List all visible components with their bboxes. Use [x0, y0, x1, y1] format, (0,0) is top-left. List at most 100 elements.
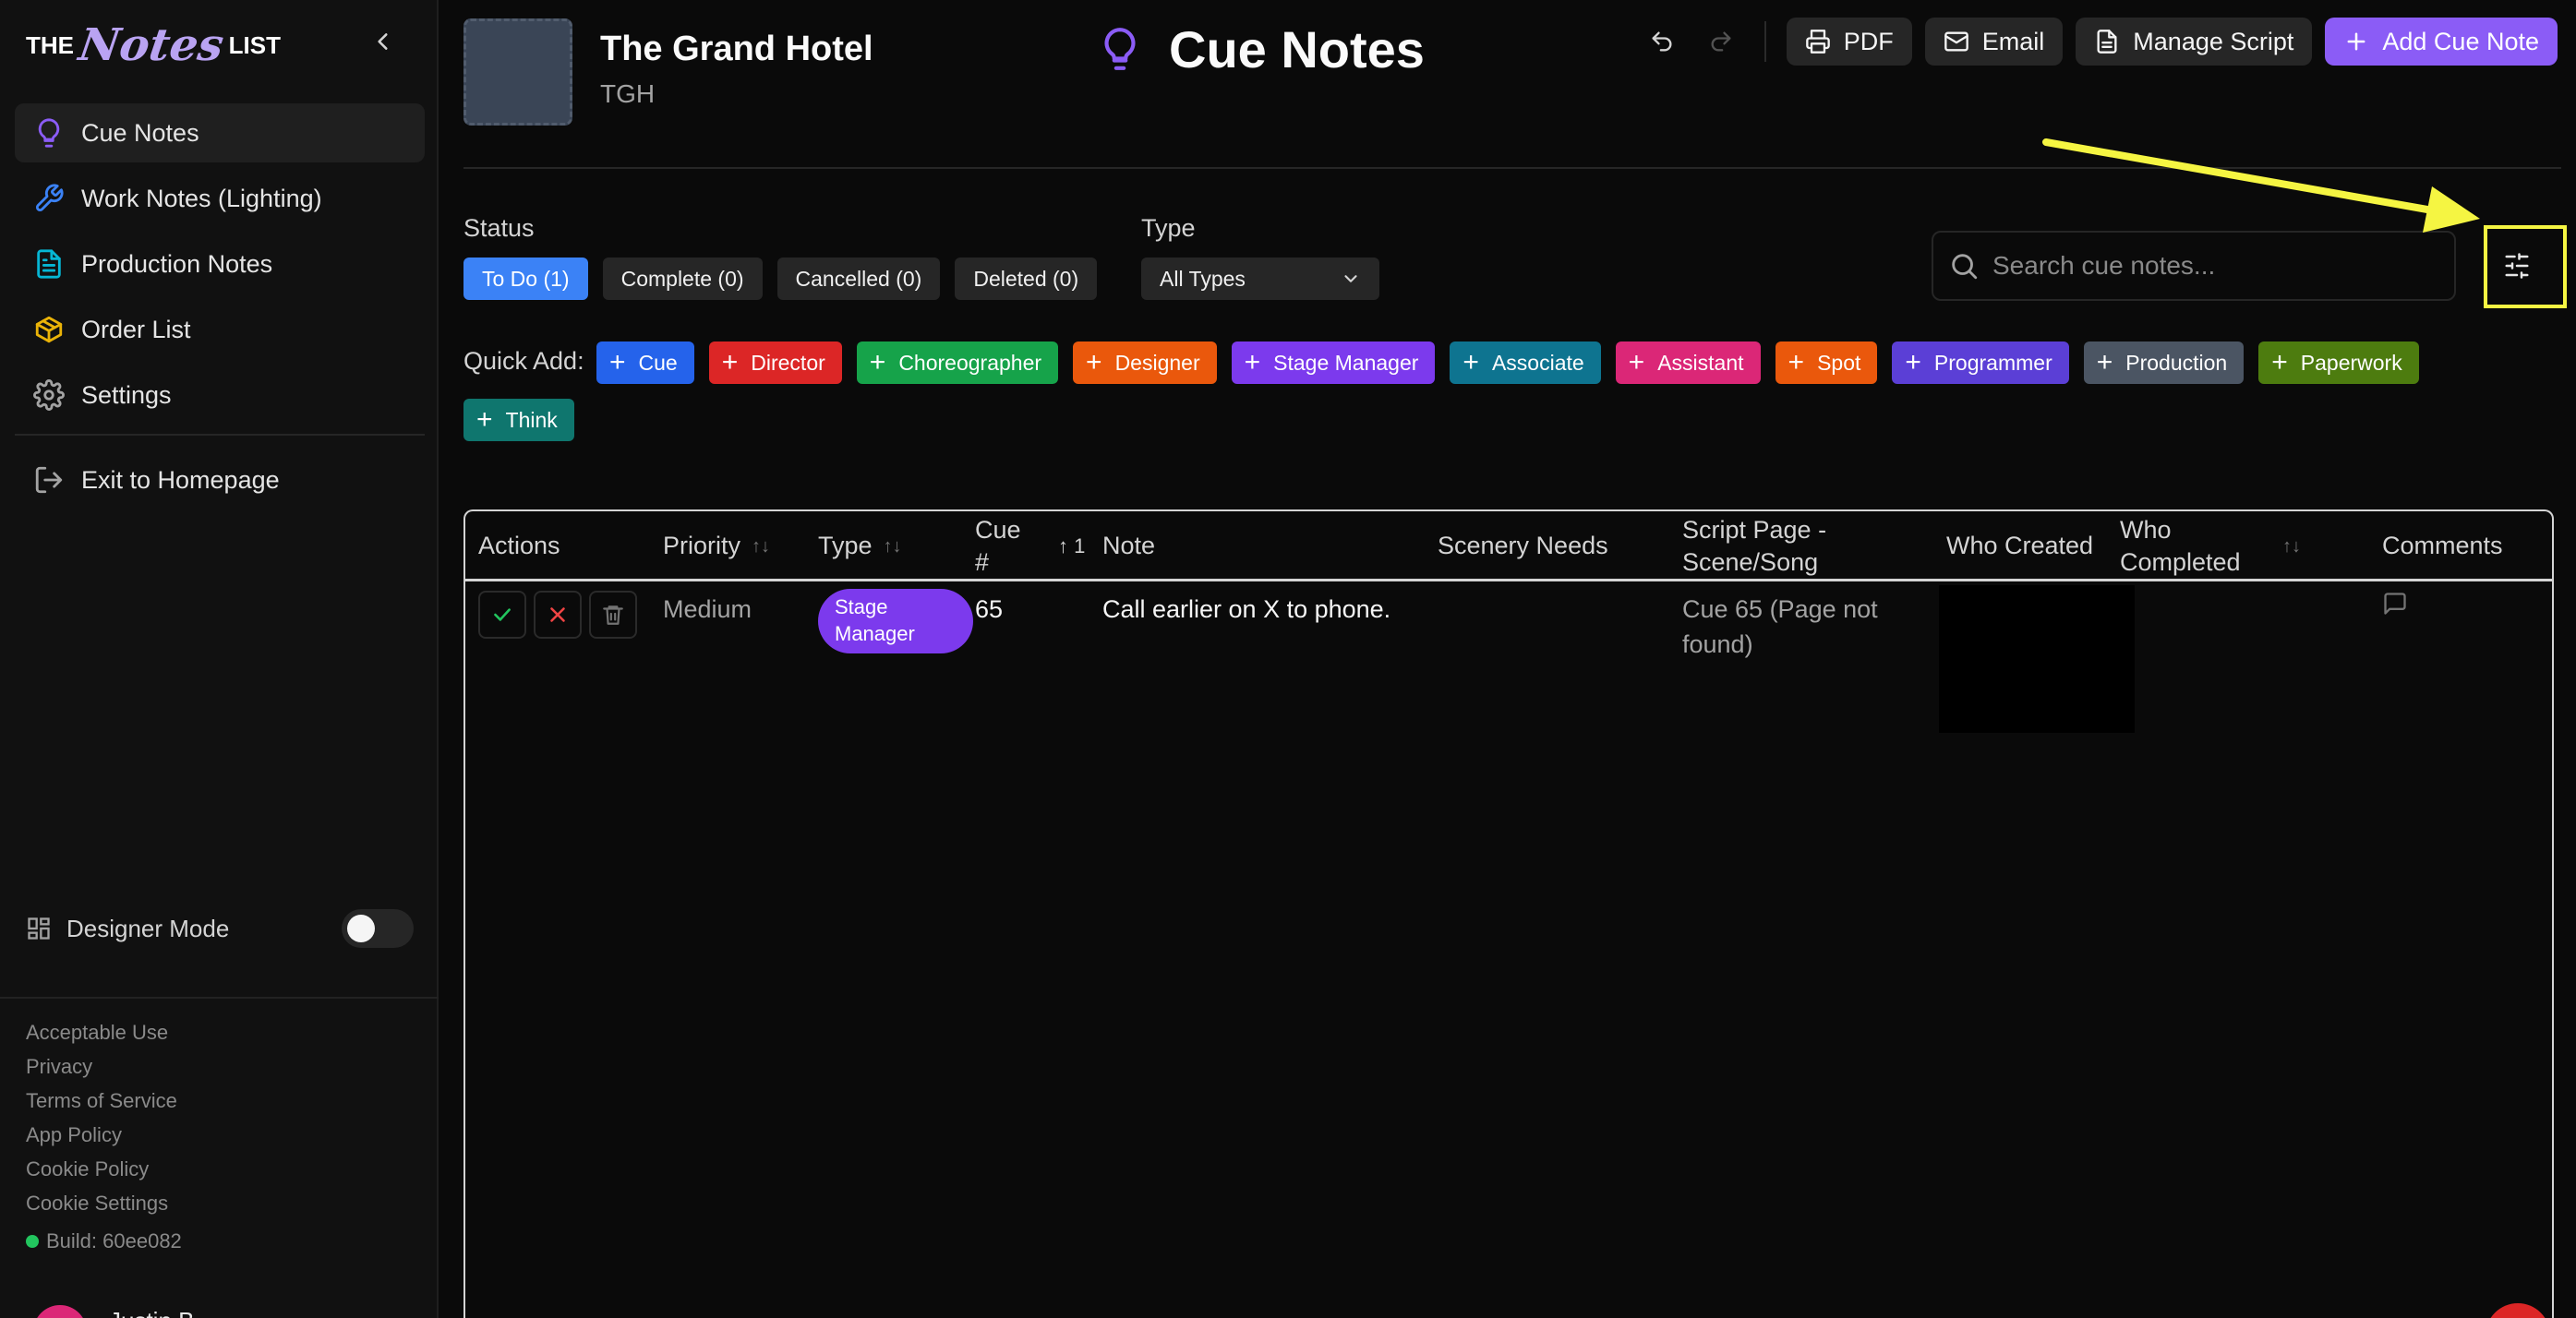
column-header-script-page[interactable]: Script Page - Scene/Song	[1682, 511, 1826, 581]
printer-icon	[1805, 30, 1830, 54]
footer-link-app-policy[interactable]: App Policy	[26, 1118, 182, 1152]
page-title: Cue Notes	[1097, 17, 1425, 81]
quick-add-row-1: + Cue + Director + Choreographer + Designer …	[596, 341, 2419, 384]
footer-link-privacy[interactable]: Privacy	[26, 1049, 182, 1084]
designer-mode-toggle[interactable]	[342, 909, 414, 948]
quick-add-think-button[interactable]: + Think	[463, 399, 574, 441]
search-input[interactable]	[1992, 251, 2436, 281]
complete-button[interactable]	[478, 591, 526, 639]
file-text-icon	[37, 249, 61, 279]
header-toolbar: PDF Email Manage Script Add Cue Note	[1639, 17, 2558, 66]
footer-link-terms[interactable]: Terms of Service	[26, 1084, 182, 1118]
collapse-sidebar-button[interactable]	[367, 26, 399, 57]
plus-icon: +	[1628, 347, 1645, 377]
pdf-button-label: PDF	[1843, 27, 1894, 55]
toolbar-separator	[1763, 21, 1766, 62]
redo-button[interactable]	[1698, 18, 1744, 65]
quick-add-spot-button[interactable]: + Spot	[1775, 341, 1878, 384]
column-header-type[interactable]: Type ↑↓	[818, 511, 902, 581]
designer-mode-label: Designer Mode	[66, 914, 230, 942]
column-settings-button[interactable]	[2484, 231, 2550, 301]
build-label: Build: 60ee082	[46, 1228, 182, 1252]
column-header-cue-number[interactable]: Cue #	[975, 511, 1021, 581]
quick-add-label-text: Choreographer	[898, 350, 1042, 375]
sidebar-item-label: Production Notes	[81, 249, 273, 278]
plus-icon: +	[1463, 347, 1479, 377]
search-icon	[1952, 254, 1978, 280]
status-chip-cancelled[interactable]: Cancelled (0)	[776, 258, 941, 300]
cancel-button[interactable]	[534, 591, 582, 639]
cue-notes-table: Actions Priority ↑↓ Type ↑↓ Cue # ↑ 1 Note …	[463, 509, 2554, 1318]
sidebar: THE Notes LIST Cue Notes Work Notes (Lig…	[0, 0, 439, 1318]
main-content: The Grand Hotel TGH Cue Notes PDF Email …	[439, 0, 2576, 1318]
cell-note[interactable]: Call earlier on X to phone.	[1102, 593, 1390, 628]
status-filter-group: To Do (1) Complete (0) Cancelled (0) Del…	[463, 258, 1098, 300]
trash-icon	[603, 605, 623, 625]
sidebar-item-production-notes[interactable]: Production Notes	[15, 234, 425, 294]
column-sort-icon-who-completed[interactable]: ↑↓	[2282, 511, 2301, 581]
quick-add-programmer-button[interactable]: + Programmer	[1892, 341, 2069, 384]
quick-add-cue-button[interactable]: + Cue	[596, 341, 694, 384]
undo-button[interactable]	[1639, 18, 1685, 65]
show-title: The Grand Hotel	[600, 30, 873, 68]
quick-add-label: Quick Add:	[463, 347, 584, 375]
column-header-comments[interactable]: Comments	[2382, 511, 2503, 581]
column-sort-indicator[interactable]: ↑ 1	[1058, 511, 1085, 581]
status-chip-todo[interactable]: To Do (1)	[463, 258, 588, 300]
plus-icon: +	[1788, 347, 1805, 377]
quick-add-designer-button[interactable]: + Designer	[1073, 341, 1217, 384]
status-chip-complete[interactable]: Complete (0)	[602, 258, 763, 300]
sidebar-item-work-notes[interactable]: Work Notes (Lighting)	[15, 169, 425, 228]
plus-icon: +	[2271, 347, 2288, 377]
quick-add-label-text: Think	[505, 407, 558, 432]
sidebar-item-label: Exit to Homepage	[81, 465, 280, 494]
x-icon	[550, 607, 565, 622]
plus-icon: +	[1905, 347, 1921, 377]
quick-add-director-button[interactable]: + Director	[708, 341, 842, 384]
footer-link-cookie-policy[interactable]: Cookie Policy	[26, 1152, 182, 1186]
lightbulb-icon	[38, 118, 60, 148]
column-header-priority[interactable]: Priority ↑↓	[663, 511, 770, 581]
sidebar-item-label: Settings	[81, 380, 172, 409]
avatar[interactable]	[33, 1305, 87, 1318]
status-chip-deleted[interactable]: Deleted (0)	[955, 258, 1098, 300]
quick-add-production-button[interactable]: + Production	[2083, 341, 2245, 384]
quick-add-assistant-button[interactable]: + Assistant	[1615, 341, 1761, 384]
page-title-text: Cue Notes	[1169, 19, 1425, 78]
email-button[interactable]: Email	[1924, 18, 2064, 66]
manage-script-button[interactable]: Manage Script	[2076, 18, 2313, 66]
column-header-who-completed[interactable]: Who Completed	[2120, 511, 2241, 581]
show-thumbnail[interactable]	[463, 18, 572, 126]
column-header-note[interactable]: Note	[1102, 511, 1155, 581]
sidebar-item-order-list[interactable]: Order List	[15, 300, 425, 359]
message-square-icon	[2384, 593, 2406, 615]
mail-icon	[1944, 31, 1968, 52]
quick-add-choreographer-button[interactable]: + Choreographer	[856, 341, 1059, 384]
file-text-icon	[2097, 30, 2117, 54]
column-header-scenery-needs[interactable]: Scenery Needs	[1438, 511, 1608, 581]
sidebar-footer-divider	[0, 997, 439, 999]
pdf-button[interactable]: PDF	[1786, 18, 1912, 66]
layout-grid-icon	[28, 917, 50, 940]
comments-button[interactable]	[2382, 591, 2408, 627]
build-info: Build: 60ee082	[26, 1224, 182, 1258]
sidebar-item-settings[interactable]: Settings	[15, 365, 425, 425]
add-cue-note-button[interactable]: Add Cue Note	[2325, 18, 2558, 66]
footer-link-acceptable-use[interactable]: Acceptable Use	[26, 1015, 182, 1049]
quick-add-stage-manager-button[interactable]: + Stage Manager	[1231, 341, 1436, 384]
quick-add-label-text: Assistant	[1657, 350, 1744, 375]
nav-divider	[15, 434, 425, 436]
delete-button[interactable]	[589, 591, 637, 639]
quick-add-label-text: Paperwork	[2300, 350, 2402, 375]
sort-icon: ↑↓	[752, 536, 771, 557]
type-filter-select[interactable]: All Types	[1141, 258, 1379, 300]
footer-link-cookie-settings[interactable]: Cookie Settings	[26, 1186, 182, 1220]
quick-add-paperwork-button[interactable]: + Paperwork	[2258, 341, 2419, 384]
user-name[interactable]: Justin B...	[109, 1307, 214, 1318]
sidebar-item-cue-notes[interactable]: Cue Notes	[15, 103, 425, 162]
column-header-who-created[interactable]: Who Created	[1946, 511, 2093, 581]
chevron-down-icon	[1344, 275, 1357, 282]
sidebar-item-exit[interactable]: Exit to Homepage	[15, 450, 425, 509]
app-logo[interactable]: THE Notes LIST	[26, 18, 281, 72]
quick-add-associate-button[interactable]: + Associate	[1450, 341, 1601, 384]
